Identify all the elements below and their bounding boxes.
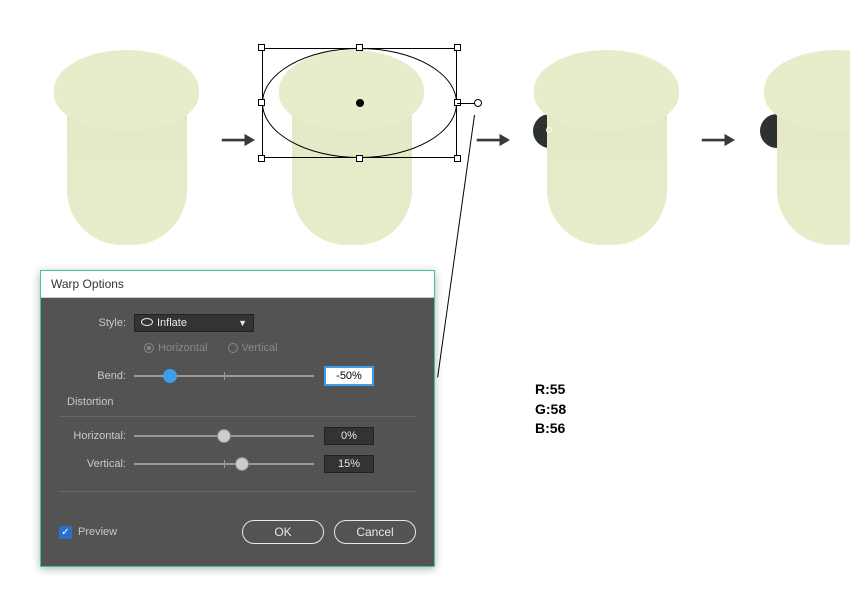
arrow-icon [220,130,255,150]
rgb-b: B:56 [535,419,566,439]
rgb-g: G:58 [535,400,566,420]
divider [59,416,416,417]
bend-slider[interactable] [134,375,314,377]
horizontal-distortion-input[interactable]: 0% [324,427,374,445]
ok-button[interactable]: OK [242,520,324,544]
resize-handle[interactable] [454,155,461,162]
shape-step-4 [750,30,850,250]
ellipse-selection[interactable] [262,48,457,158]
orientation-vertical-radio[interactable]: Vertical [228,342,278,354]
cancel-button[interactable]: Cancel [334,520,416,544]
arrow-icon [475,130,510,150]
shape-step-1 [45,30,205,250]
ear-center-handle[interactable] [532,113,568,149]
style-select[interactable]: Inflate ▼ [134,314,254,332]
slider-thumb[interactable] [235,457,249,471]
inflate-icon [141,318,153,326]
preview-checkbox[interactable]: ✓ Preview [59,526,117,539]
radio-icon [228,343,238,353]
distortion-section-label: Distortion [67,396,416,408]
vertical-distortion-label: Vertical: [59,458,134,470]
resize-handle[interactable] [356,44,363,51]
preview-label: Preview [78,526,117,538]
resize-handle[interactable] [258,99,265,106]
orientation-vertical-label: Vertical [242,342,278,354]
orientation-horizontal-radio[interactable]: Horizontal [144,342,208,354]
arrow-icon [700,130,735,150]
resize-handle[interactable] [454,44,461,51]
center-point-icon [356,99,364,107]
rgb-readout: R:55 G:58 B:56 [535,380,566,439]
chevron-down-icon: ▼ [238,318,247,328]
orientation-horizontal-label: Horizontal [158,342,208,354]
rotate-handle-line [457,103,475,104]
horizontal-distortion-label: Horizontal: [59,430,134,442]
vertical-distortion-slider[interactable] [134,463,314,465]
slider-thumb[interactable] [163,369,177,383]
dialog-title: Warp Options [41,271,434,298]
shape-step-3 [525,30,685,250]
style-label: Style: [59,317,134,329]
anchor-point-icon [546,127,552,133]
horizontal-distortion-slider[interactable] [134,435,314,437]
checkmark-icon: ✓ [59,526,72,539]
style-value: Inflate [157,317,187,329]
shape-step-2 [270,30,460,250]
warp-options-dialog: Warp Options Style: Inflate ▼ Horizontal… [40,270,435,567]
bend-input[interactable]: -50% [324,366,374,386]
rotate-handle[interactable] [474,99,482,107]
slider-thumb[interactable] [217,429,231,443]
divider [59,491,416,492]
resize-handle[interactable] [258,155,265,162]
resize-handle[interactable] [258,44,265,51]
rgb-r: R:55 [535,380,566,400]
vertical-distortion-input[interactable]: 15% [324,455,374,473]
resize-handle[interactable] [356,155,363,162]
radio-icon [144,343,154,353]
bend-label: Bend: [59,370,134,382]
shape-sequence [45,30,850,250]
